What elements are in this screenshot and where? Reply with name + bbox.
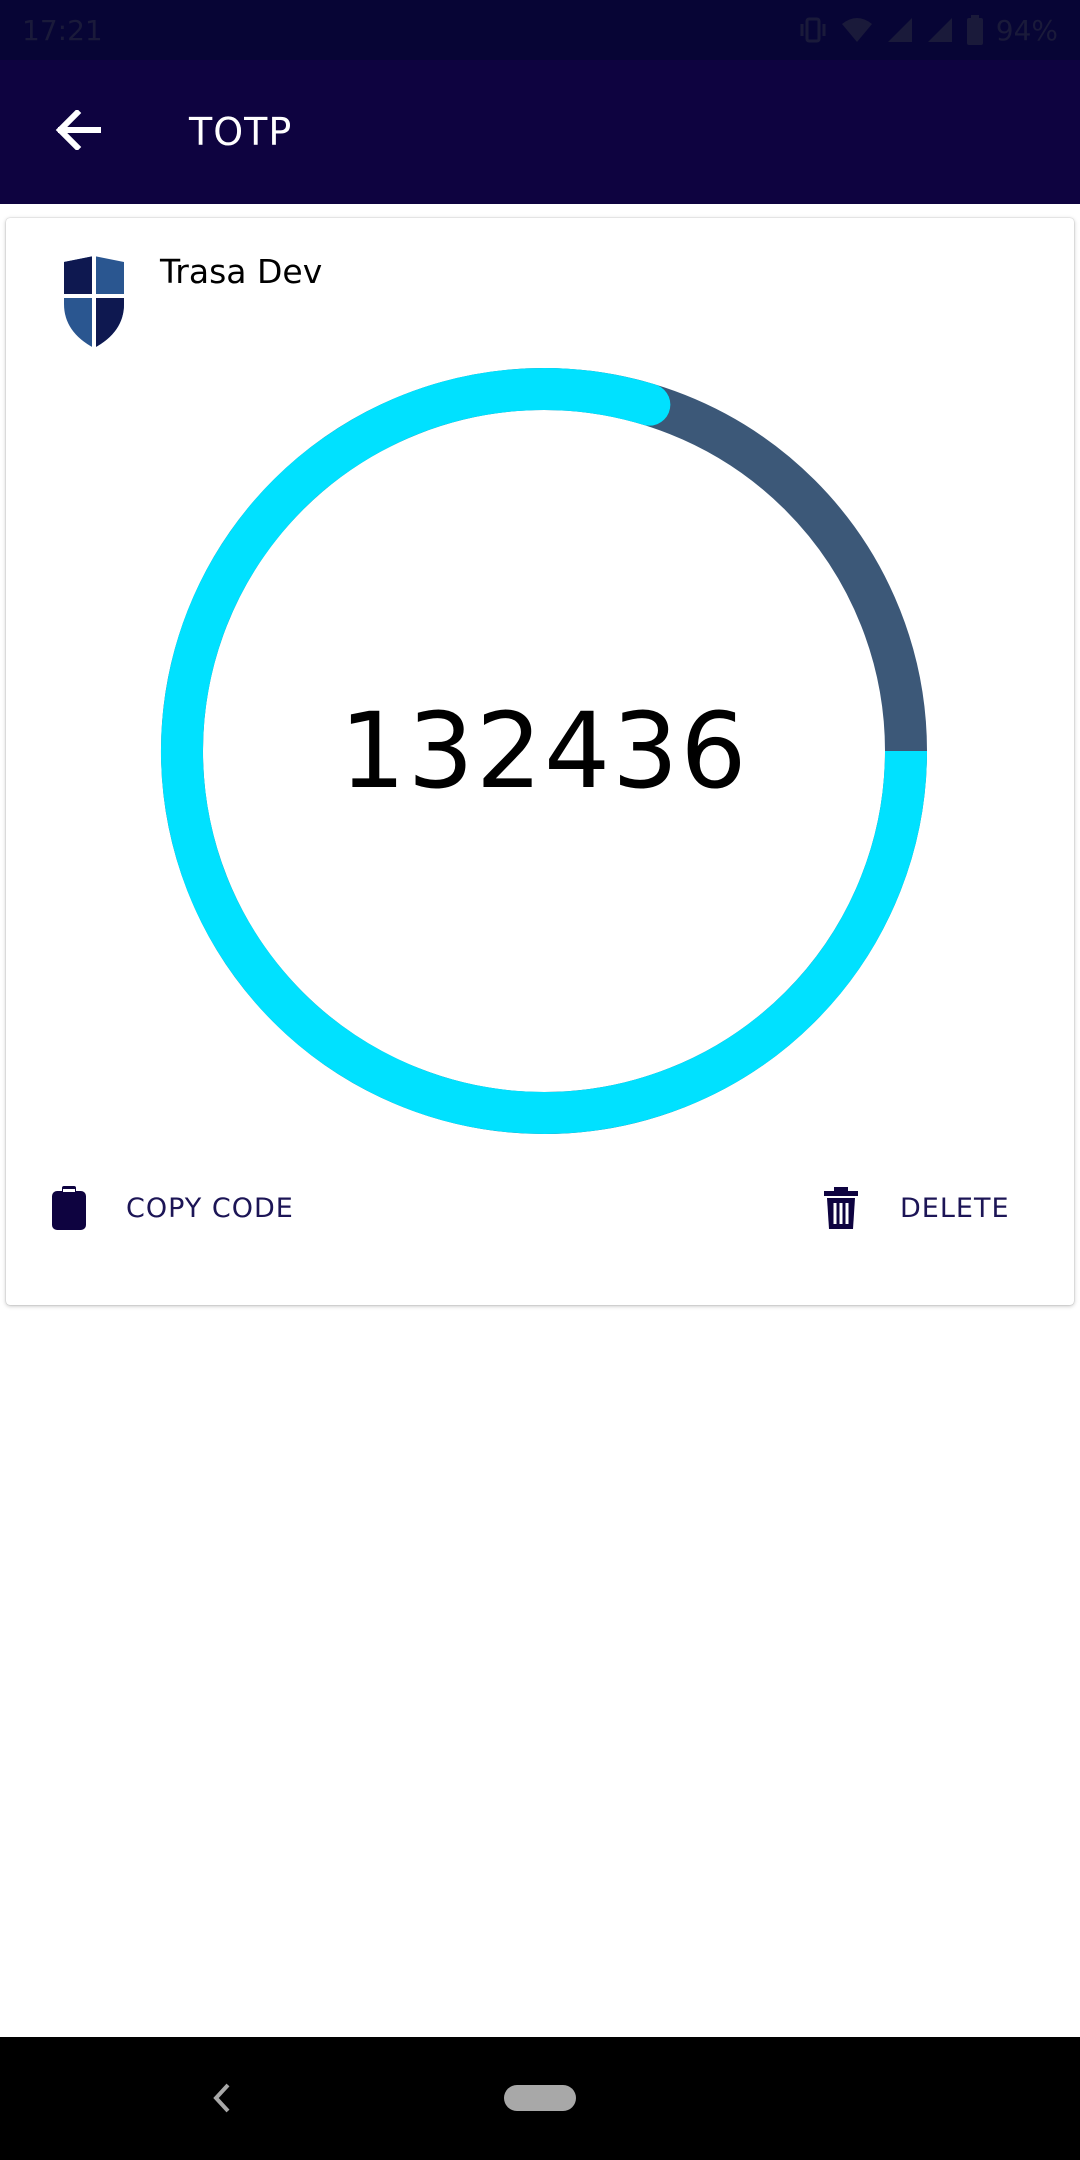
shield-icon bbox=[56, 256, 132, 350]
system-nav-bar bbox=[0, 2037, 1080, 2160]
status-icons: 94% bbox=[798, 14, 1058, 47]
vibrate-icon bbox=[798, 16, 828, 44]
trash-icon bbox=[824, 1187, 858, 1229]
totp-code: 132436 bbox=[339, 690, 749, 812]
totp-card: Trasa Dev 132436 COPY CODE DELETE bbox=[6, 218, 1074, 1305]
app-bar: TOTP bbox=[0, 60, 1080, 204]
wifi-icon bbox=[840, 16, 874, 44]
signal-icon bbox=[926, 16, 954, 44]
page-title: TOTP bbox=[189, 110, 293, 154]
clipboard-icon bbox=[52, 1186, 86, 1230]
signal-icon bbox=[886, 16, 914, 44]
copy-code-label: COPY CODE bbox=[126, 1192, 294, 1224]
account-name: Trasa Dev bbox=[160, 252, 323, 291]
status-bar: 17:21 94% bbox=[0, 0, 1080, 60]
copy-code-button[interactable]: COPY CODE bbox=[52, 1178, 294, 1238]
countdown-ring: 132436 bbox=[156, 363, 932, 1139]
delete-button[interactable]: DELETE bbox=[824, 1178, 1010, 1238]
battery-icon bbox=[966, 15, 984, 45]
arrow-left-icon bbox=[55, 108, 102, 154]
battery-percent: 94% bbox=[995, 13, 1058, 47]
back-button[interactable] bbox=[38, 96, 118, 168]
status-time: 17:21 bbox=[22, 13, 103, 47]
nav-back-icon[interactable] bbox=[200, 2075, 240, 2121]
nav-home-pill[interactable] bbox=[504, 2085, 576, 2111]
delete-label: DELETE bbox=[900, 1192, 1010, 1224]
